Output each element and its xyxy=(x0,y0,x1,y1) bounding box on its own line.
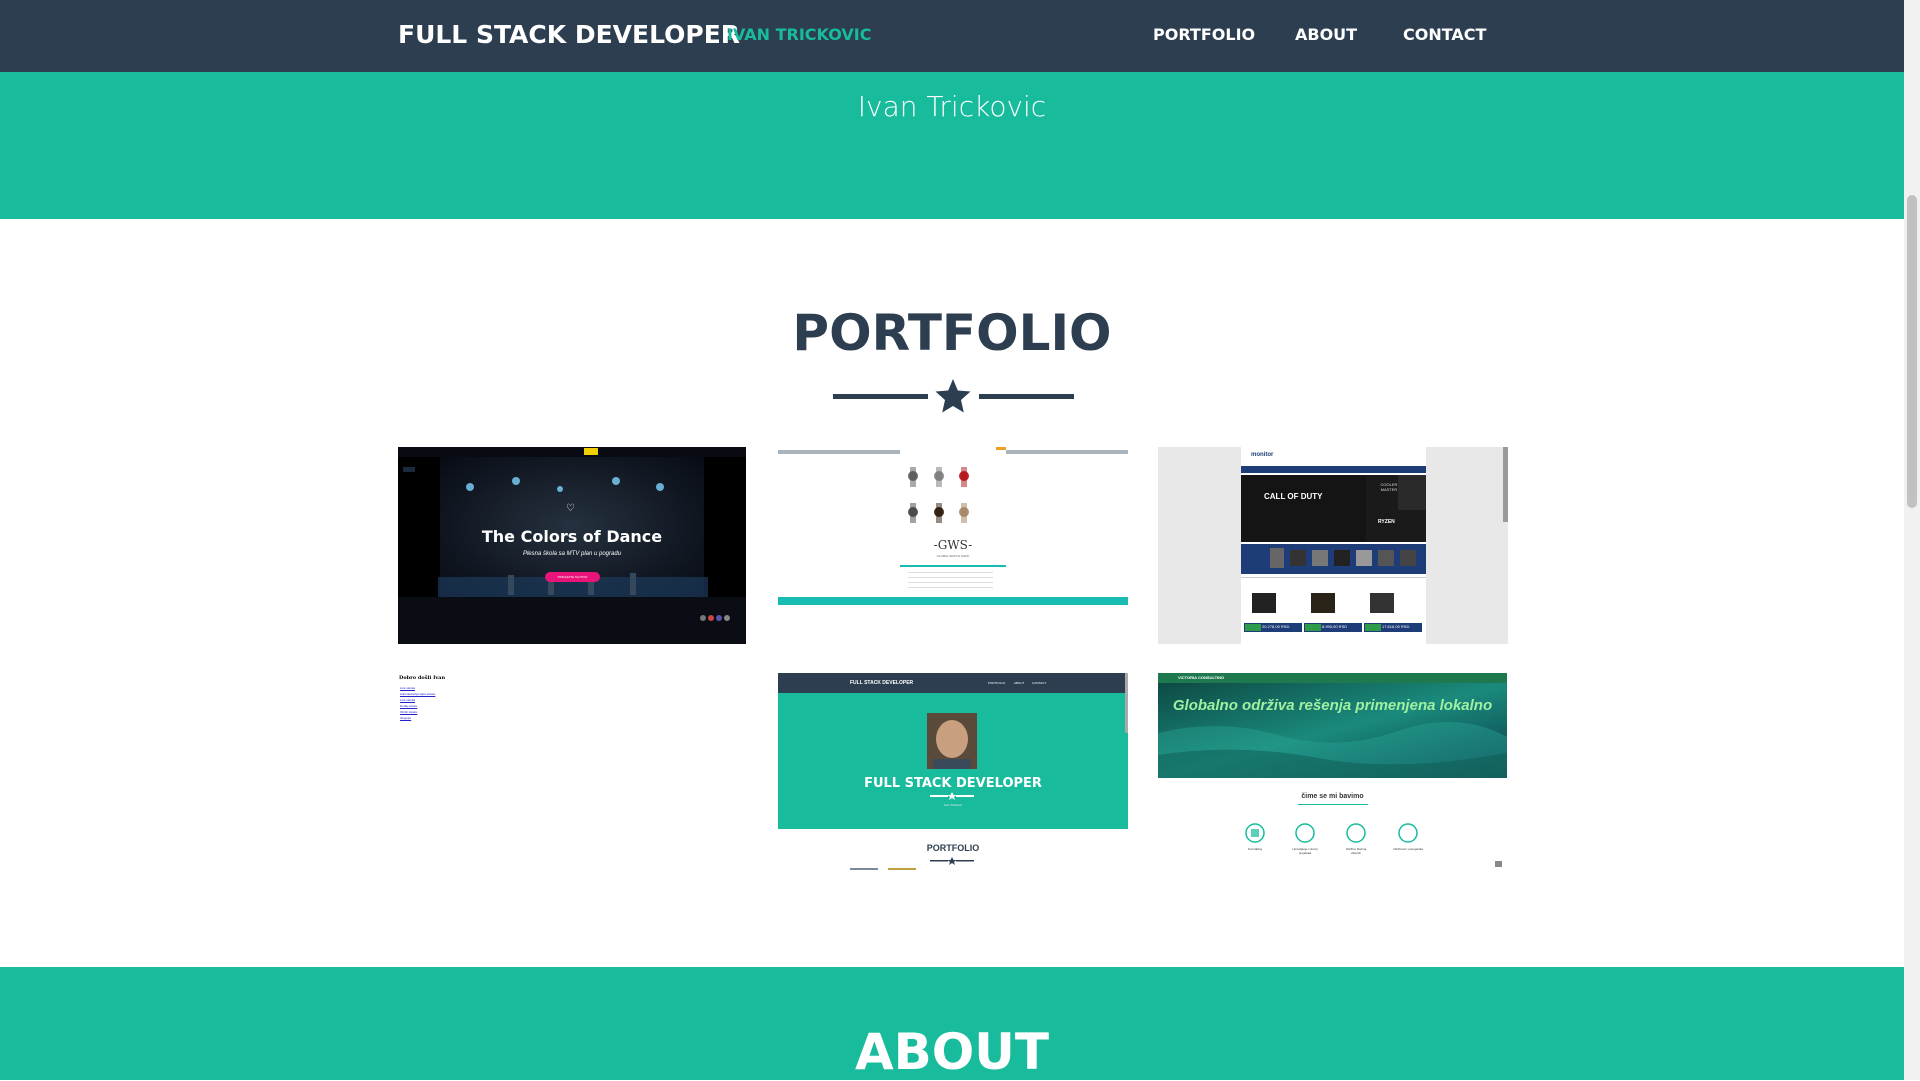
self-site-nav-portfolio: PORTFOLIO xyxy=(988,681,1006,685)
monitor-tag-ryzen: RYZEN xyxy=(1378,519,1395,525)
monitor-banner-text: CALL OF DUTY xyxy=(1264,492,1323,501)
portfolio-item-admin-page[interactable]: Dobro došli Ivan Link stavka Administrac… xyxy=(398,673,746,870)
site-brand[interactable]: FULL STACK DEVELOPER xyxy=(398,20,740,49)
admin-link-4: Dodaj stavku xyxy=(400,704,418,708)
divider-line-right xyxy=(979,394,1074,399)
divider-line-left xyxy=(833,394,928,399)
self-site-hero-title: FULL STACK DEVELOPER xyxy=(864,776,1042,791)
nav-portfolio-link[interactable]: PORTFOLIO xyxy=(1153,25,1255,44)
site-owner-name[interactable]: IVAN TRICKOVIC xyxy=(727,25,871,44)
portfolio-item-victoria-consulting[interactable]: VICTORIA CONSULTING Globalno održiva reš… xyxy=(1158,673,1507,870)
hero-header: Ivan Trickovic xyxy=(0,72,1904,219)
monitor-tag-cooler: COOLER MASTER xyxy=(1380,482,1398,492)
victoria-service-2: Upravljanje i razvoj projekata xyxy=(1292,847,1318,855)
self-site-nav-contact: CONTACT xyxy=(1032,681,1047,685)
monitor-price-3: 17.616,00 RSD xyxy=(1382,624,1410,629)
star-icon xyxy=(935,379,971,413)
thumb1-heading: The Colors of Dance xyxy=(481,527,663,546)
admin-link-2: Administracija sajta stavke xyxy=(400,692,436,696)
victoria-banner: Globalno održiva rešenja primenjena loka… xyxy=(1172,697,1493,714)
scrollbar-thumb[interactable] xyxy=(1907,195,1917,508)
portfolio-item-monitor-shop[interactable]: monitor CALL OF DUTY RYZEN COOLER MASTER… xyxy=(1158,447,1508,644)
admin-link-1: Link stavka xyxy=(400,686,416,690)
monitor-shop-layout xyxy=(1241,447,1508,644)
self-site-brand: FULL STACK DEVELOPER xyxy=(850,680,914,686)
nav-about-link[interactable]: ABOUT xyxy=(1295,25,1357,44)
nav-contact-link[interactable]: CONTACT xyxy=(1403,25,1486,44)
gws-tagline: GLOBAL WATCH SHOP xyxy=(936,554,970,558)
victoria-brand: VICTORIA CONSULTING xyxy=(1178,675,1225,680)
admin-link-5: Obriši stavku xyxy=(400,710,418,714)
self-site-hero-name: Ivan Trickovic xyxy=(943,803,963,807)
victoria-service-3: Održivo Razvoj Zelenih xyxy=(1345,847,1367,855)
thumb1-subtitle: Plesna škola sa MTV plan u pogradu xyxy=(522,551,622,557)
admin-heading: Dobro došli Ivan xyxy=(399,675,446,681)
portfolio-title: PORTFOLIO xyxy=(792,304,1112,362)
thumb1-cta-button: PRIKAZATE SAJTOVI xyxy=(545,572,600,582)
hero-name: Ivan Trickovic xyxy=(857,90,1047,123)
victoria-service-1: Konzalting xyxy=(1247,847,1262,851)
about-section: ABOUT xyxy=(0,967,1904,1081)
admin-link-6: Izlogujte xyxy=(400,716,412,720)
gws-watch-grid xyxy=(778,447,1128,605)
top-navbar: FULL STACK DEVELOPER IVAN TRICKOVIC PORT… xyxy=(0,0,1904,72)
page-scrollbar[interactable] xyxy=(1904,0,1920,1080)
portfolio-item-gws[interactable]: -GWS- GLOBAL WATCH SHOP xyxy=(778,447,1128,605)
heart-icon: ♡ xyxy=(566,503,575,514)
victoria-service-4: Održivost i energetska xyxy=(1393,847,1423,851)
gws-logo: -GWS- xyxy=(933,538,973,552)
victoria-section-title: čime se mi bavimo xyxy=(1301,793,1364,800)
about-title: ABOUT xyxy=(854,1023,1050,1081)
portfolio-item-full-stack-site[interactable]: FULL STACK DEVELOPER PORTFOLIO ABOUT CON… xyxy=(778,673,1128,870)
self-site-layout xyxy=(778,673,1128,870)
self-site-nav-about: ABOUT xyxy=(1014,681,1025,685)
admin-link-3: Link stavka xyxy=(400,698,416,702)
monitor-price-1: 20.278,00 RSD xyxy=(1262,624,1290,629)
self-site-section-title: PORTFOLIO xyxy=(926,843,980,853)
monitor-logo: monitor xyxy=(1251,452,1274,458)
portfolio-item-colors-of-dance[interactable]: ♡ The Colors of Dance Plesna škola sa MT… xyxy=(398,447,746,644)
monitor-price-2: 8.990,00 RSD xyxy=(1322,624,1348,629)
